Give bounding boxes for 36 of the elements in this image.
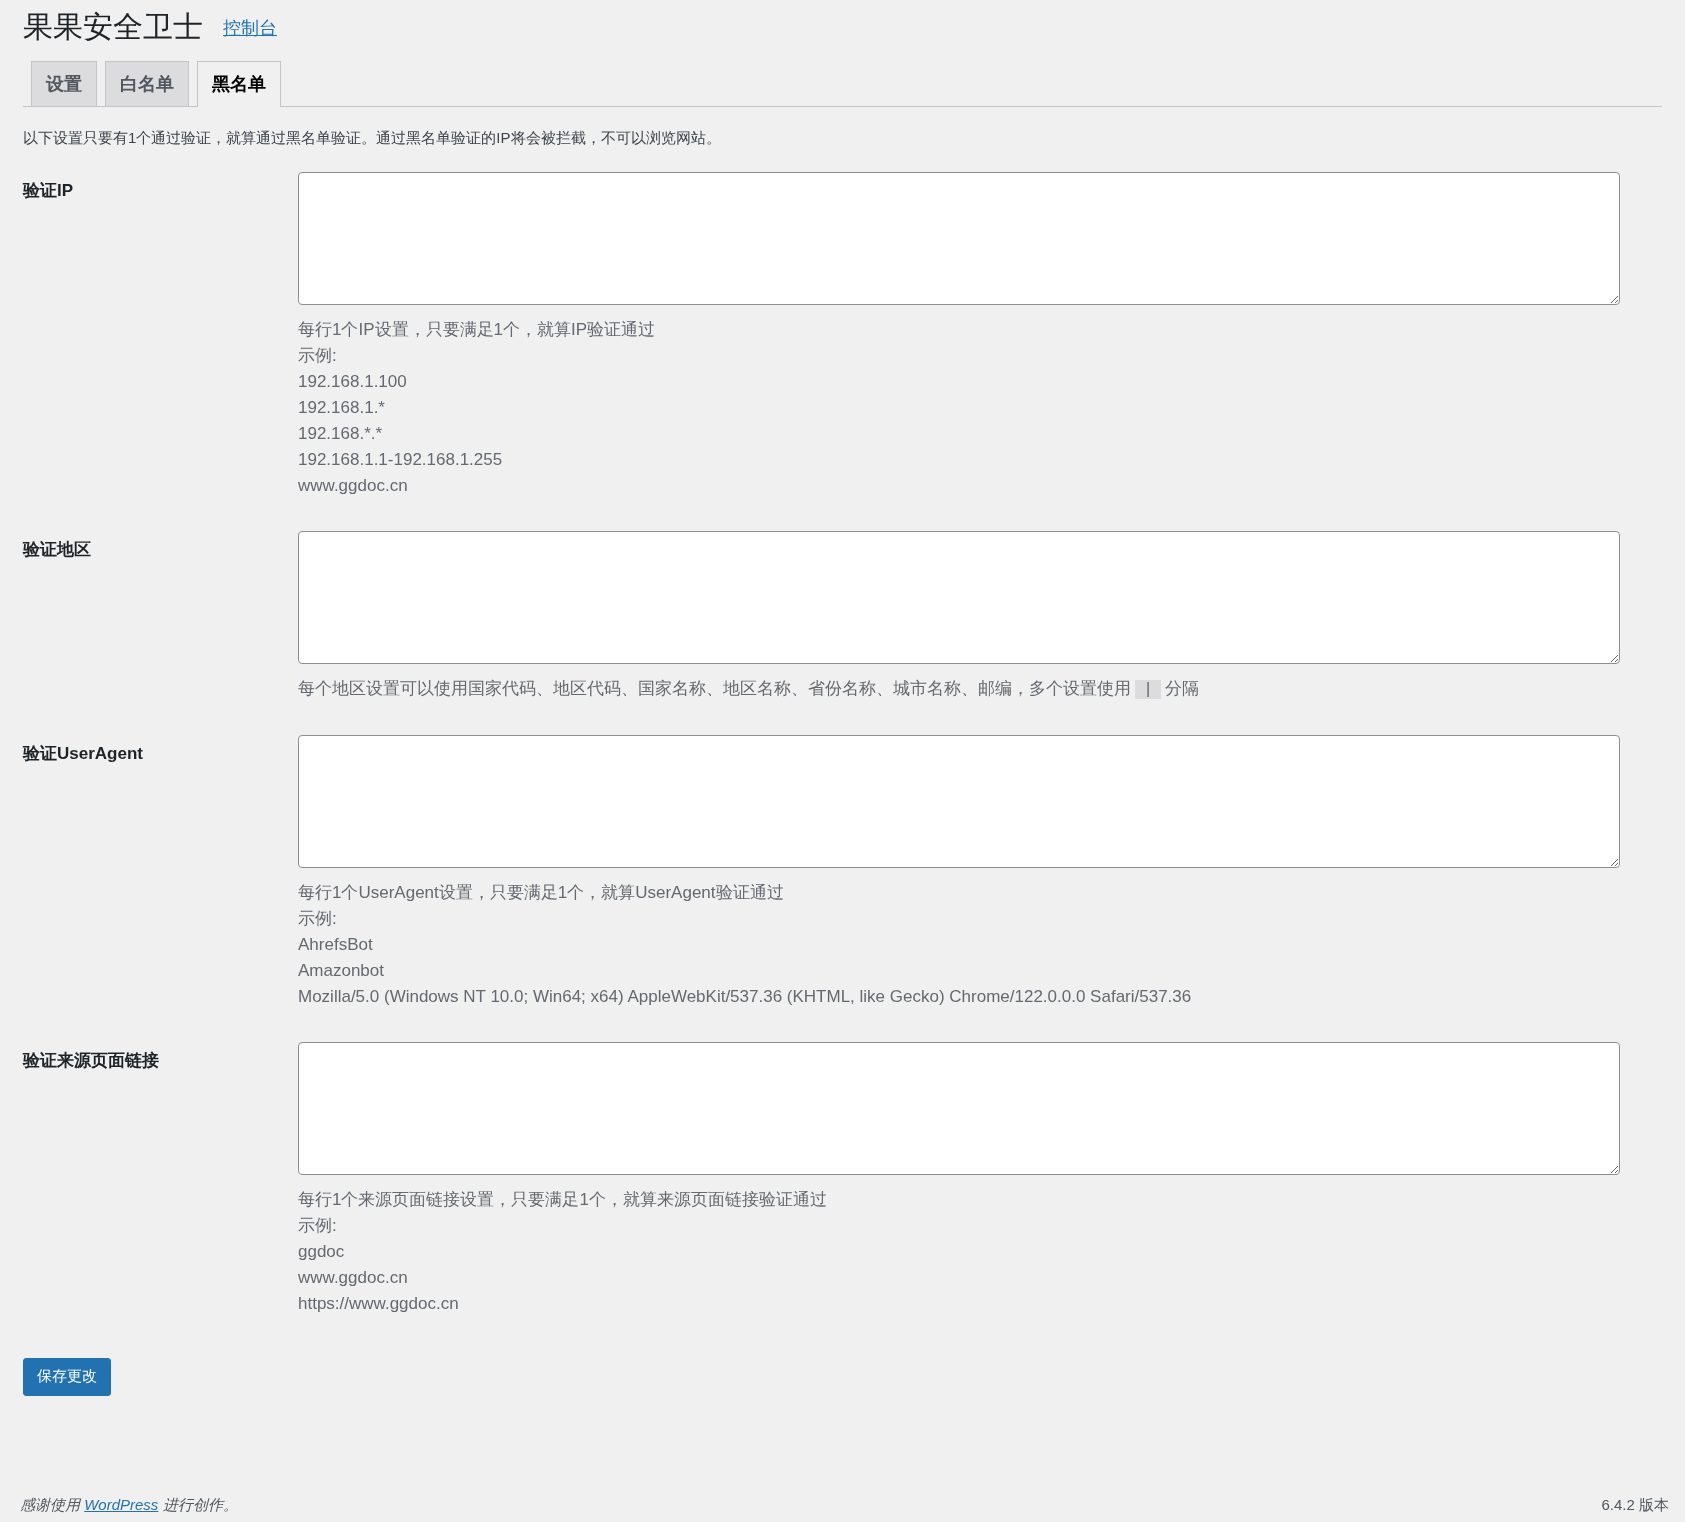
page-title: 果果安全卫士 xyxy=(23,8,203,45)
help-text: AhrefsBot xyxy=(298,933,374,956)
field-label: 验证地区 xyxy=(23,538,92,561)
field-label: 验证来源页面链接 xyxy=(23,1049,160,1072)
version-text: 6.4.2 版本 xyxy=(1601,1494,1669,1515)
help-text: Mozilla/5.0 (Windows NT 10.0; Win64; x64) AppleWebKit/537.36 (KHTML, like Gecko) Chrome/122.0.0.0 Safari/537.36 xyxy=(298,985,1193,1008)
field-label: 验证IP xyxy=(23,179,75,202)
help-text: 192.168.1.100 xyxy=(298,370,408,393)
help-text: 示例: xyxy=(298,907,338,930)
input-field[interactable] xyxy=(298,171,1620,305)
help-text: www.ggdoc.cn xyxy=(298,1266,409,1289)
input-field[interactable] xyxy=(298,1041,1620,1175)
input-field[interactable] xyxy=(298,530,1620,664)
help-text: 示例: xyxy=(298,1214,338,1237)
save-button[interactable]: 保存更改 xyxy=(23,1357,111,1396)
tab[interactable]: 白名单 xyxy=(105,61,189,106)
help-text: https://www.ggdoc.cn xyxy=(298,1292,460,1315)
tab[interactable]: 设置 xyxy=(31,61,97,106)
help-text: www.ggdoc.cn xyxy=(298,474,409,497)
input-field[interactable] xyxy=(298,734,1620,868)
field-label: 验证UserAgent xyxy=(23,742,144,765)
dashboard-link[interactable]: 控制台 xyxy=(223,14,277,42)
wordpress-link[interactable]: WordPress xyxy=(84,1495,159,1513)
help-text: 192.168.1.1-192.168.1.255 xyxy=(298,448,504,471)
intro-text: 以下设置只要有1个通过验证，就算通过黑名单验证。通过黑名单验证的IP将会被拦截，不可以浏览网站。 xyxy=(23,128,722,148)
footer-text: 感谢使用 WordPress 进行创作。 xyxy=(20,1494,238,1515)
help-text: 每行1个UserAgent设置，只要满足1个，就算UserAgent验证通过 xyxy=(298,881,785,904)
help-text: 192.168.*.* xyxy=(298,422,384,445)
help-text: 每行1个来源页面链接设置，只要满足1个，就算来源页面链接验证通过 xyxy=(298,1188,828,1211)
help-text: 示例: xyxy=(298,344,338,367)
help-text: Amazonbot xyxy=(298,959,385,982)
tab[interactable]: 黑名单 xyxy=(197,61,281,107)
help-text: 每行1个IP设置，只要满足1个，就算IP验证通过 xyxy=(298,318,657,341)
help-text: 每个地区设置可以使用国家代码、地区代码、国家名称、地区名称、省份名称、城市名称、邮编，多个设置使用 | 分隔 xyxy=(298,677,1201,701)
help-text: ggdoc xyxy=(298,1240,346,1263)
help-text: 192.168.1.* xyxy=(298,396,386,419)
